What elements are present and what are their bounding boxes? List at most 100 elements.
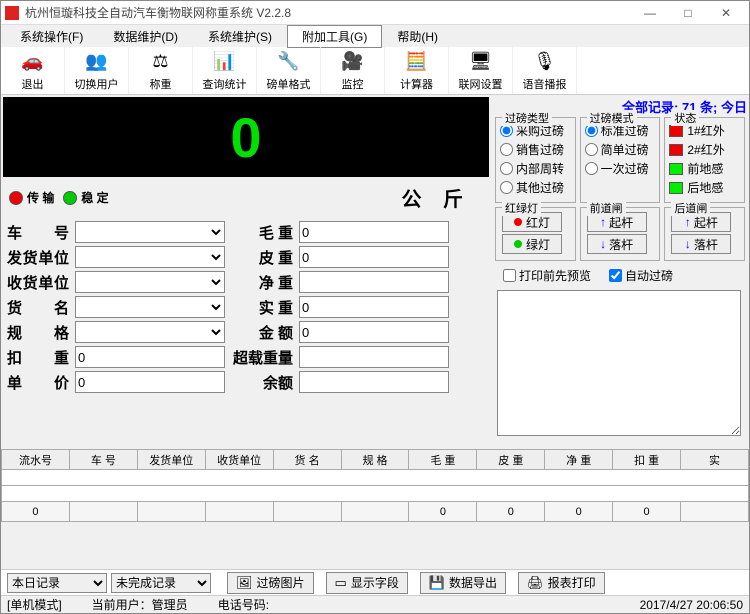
field-4-select[interactable] — [75, 321, 225, 343]
status-filter-select[interactable]: 未完成记录 — [111, 573, 211, 593]
col-header[interactable]: 规 格 — [341, 450, 409, 470]
toolbar-btn-7[interactable]: 🖥联网设置 — [449, 47, 513, 94]
field-5-input[interactable] — [75, 346, 225, 368]
minimize-button[interactable]: — — [631, 2, 669, 24]
toolbar-icon: ⚖ — [149, 50, 173, 74]
toolbar-icon: 🎙 — [533, 50, 557, 74]
mode-status: [单机模式] — [7, 596, 62, 613]
front-gate-group: 前道闸 ↑起杆↓落杆 — [580, 207, 661, 261]
col-header[interactable]: 流水号 — [2, 450, 70, 470]
toolbar-icon: 📊 — [213, 50, 237, 74]
bottom-btn-1[interactable]: ▭显示字段 — [326, 572, 408, 594]
bottom-btn-icon: 🖼 — [236, 575, 253, 591]
toolbar-icon: 🖥 — [469, 50, 493, 74]
toolbar-btn-8[interactable]: 🎙语音播报 — [513, 47, 577, 94]
status-ind-2: 前地感 — [669, 160, 740, 177]
status-ind-3: 后地感 — [669, 179, 740, 196]
date-filter-select[interactable]: 本日记录 — [7, 573, 107, 593]
col-header[interactable]: 扣 重 — [613, 450, 681, 470]
field-3-select[interactable] — [75, 296, 225, 318]
col-header[interactable]: 皮 重 — [477, 450, 545, 470]
menu-item-2[interactable]: 系统维护(S) — [193, 25, 287, 48]
close-button[interactable]: ✕ — [707, 2, 745, 24]
back-gate-group: 后道闸 ↑起杆↓落杆 — [664, 207, 745, 261]
toolbar-btn-5[interactable]: 🎥监控 — [321, 47, 385, 94]
weigh-type-group: 过磅类型 采购过磅销售过磅内部周转其他过磅 — [495, 117, 576, 203]
back-btn-1[interactable]: ↓落杆 — [671, 234, 731, 254]
front-btn-1[interactable]: ↓落杆 — [587, 234, 647, 254]
toolbar-btn-3[interactable]: 📊查询统计 — [193, 47, 257, 94]
bottom-btn-icon: 🖨 — [527, 575, 544, 591]
stable-led-icon — [63, 191, 77, 205]
rfield-0-input[interactable] — [299, 221, 449, 243]
maximize-button[interactable]: □ — [669, 2, 707, 24]
col-header[interactable]: 车 号 — [69, 450, 137, 470]
col-header[interactable]: 实 — [681, 450, 749, 470]
transfer-led-icon — [9, 191, 23, 205]
app-icon — [5, 6, 19, 20]
rfield-1-input[interactable] — [299, 246, 449, 268]
bottom-btn-icon: 💾 — [429, 575, 445, 591]
toolbar-btn-1[interactable]: 👥切换用户 — [65, 47, 129, 94]
datetime-status: 2017/4/27 20:06:50 — [640, 598, 743, 612]
field-0-select[interactable] — [75, 221, 225, 243]
toolbar-btn-6[interactable]: 🧮计算器 — [385, 47, 449, 94]
bottom-btn-0[interactable]: 🖼过磅图片 — [227, 572, 314, 594]
stable-label: 稳 定 — [81, 189, 108, 206]
bottom-btn-icon: ▭ — [335, 575, 347, 591]
notes-textarea[interactable] — [497, 290, 741, 436]
field-2-select[interactable] — [75, 271, 225, 293]
light-btn-1[interactable]: 绿灯 — [502, 234, 562, 254]
auto-checkbox[interactable]: 自动过磅 — [609, 267, 673, 284]
menu-item-4[interactable]: 帮助(H) — [382, 25, 453, 48]
col-header[interactable]: 货 名 — [273, 450, 341, 470]
rfield-2-input[interactable] — [299, 271, 449, 293]
menubar: 系统操作(F)数据维护(D)系统维护(S)附加工具(G)帮助(H) — [1, 25, 749, 47]
mode-opt-1[interactable]: 简单过磅 — [585, 141, 656, 158]
type-opt-2[interactable]: 内部周转 — [500, 160, 571, 177]
toolbar-icon: 🧮 — [405, 50, 429, 74]
weigh-mode-group: 过磅模式 标准过磅简单过磅一次过磅 — [580, 117, 661, 203]
bottom-btn-2[interactable]: 💾数据导出 — [420, 572, 506, 594]
toolbar-icon: 👥 — [85, 50, 109, 74]
toolbar-icon: 🔧 — [277, 50, 301, 74]
toolbar-btn-4[interactable]: 🔧磅单格式 — [257, 47, 321, 94]
col-header[interactable]: 毛 重 — [409, 450, 477, 470]
status-square-icon — [669, 144, 683, 156]
weight-display: 0 — [3, 97, 489, 177]
light-group: 红绿灯 红灯绿灯 — [495, 207, 576, 261]
rfield-6-input[interactable] — [299, 371, 449, 393]
field-1-select[interactable] — [75, 246, 225, 268]
menu-item-1[interactable]: 数据维护(D) — [98, 25, 193, 48]
status-square-icon — [669, 125, 683, 137]
col-header[interactable]: 发货单位 — [137, 450, 205, 470]
col-header[interactable]: 净 重 — [545, 450, 613, 470]
bottom-btn-3[interactable]: 🖨报表打印 — [518, 572, 605, 594]
preview-checkbox[interactable]: 打印前先预览 — [503, 267, 591, 284]
toolbar-icon: 🎥 — [341, 50, 365, 74]
status-square-icon — [669, 182, 683, 194]
mode-opt-2[interactable]: 一次过磅 — [585, 160, 656, 177]
toolbar-btn-2[interactable]: ⚖称重 — [129, 47, 193, 94]
rfield-3-input[interactable] — [299, 296, 449, 318]
menu-item-0[interactable]: 系统操作(F) — [5, 25, 98, 48]
rfield-4-input[interactable] — [299, 321, 449, 343]
type-opt-3[interactable]: 其他过磅 — [500, 179, 571, 196]
weight-value: 0 — [230, 105, 261, 170]
toolbar-btn-0[interactable]: 🚗退出 — [1, 47, 65, 94]
records-table[interactable]: 流水号车 号发货单位收货单位货 名规 格毛 重皮 重净 重扣 重实 00000 — [1, 449, 749, 522]
status-square-icon — [669, 163, 683, 175]
type-opt-1[interactable]: 销售过磅 — [500, 141, 571, 158]
col-header[interactable]: 收货单位 — [205, 450, 273, 470]
status-group: 状态 1#红外2#红外前地感后地感 — [664, 117, 745, 203]
toolbar-icon: 🚗 — [21, 50, 45, 74]
toolbar: 🚗退出👥切换用户⚖称重📊查询统计🔧磅单格式🎥监控🧮计算器🖥联网设置🎙语音播报 — [1, 47, 749, 95]
unit-label: 公 斤 — [401, 183, 471, 212]
field-6-input[interactable] — [75, 371, 225, 393]
user-status: 当前用户：管理员 — [92, 596, 188, 613]
menu-item-3[interactable]: 附加工具(G) — [287, 25, 382, 48]
status-ind-1: 2#红外 — [669, 141, 740, 158]
phone-status: 电话号码: — [218, 596, 269, 613]
rfield-5-input[interactable] — [299, 346, 449, 368]
transfer-label: 传 输 — [27, 189, 54, 206]
